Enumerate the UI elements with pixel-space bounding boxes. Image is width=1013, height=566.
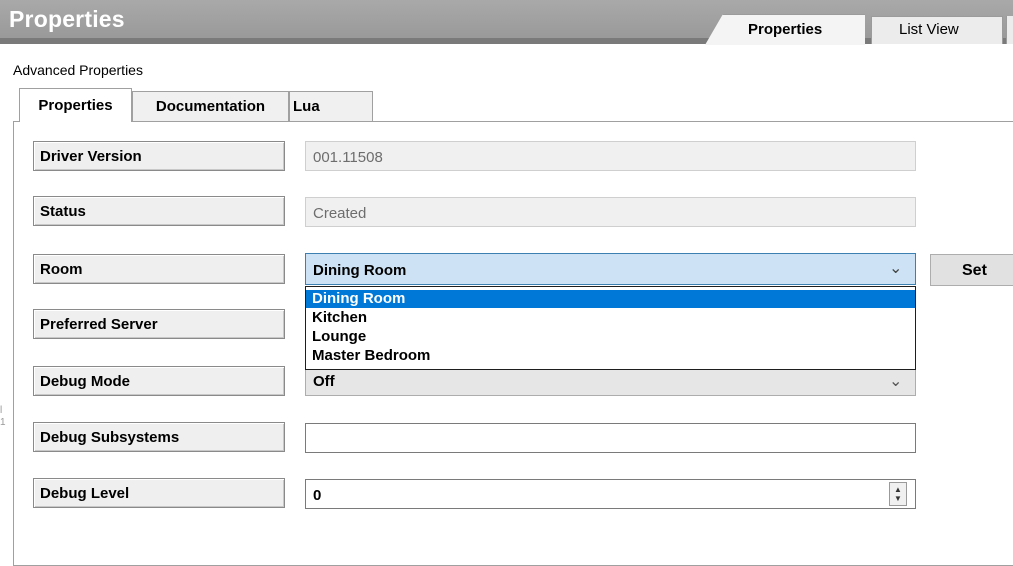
room-select[interactable]: Dining Room	[305, 253, 916, 285]
tab-properties-inner[interactable]: Properties	[19, 88, 132, 122]
room-option-kitchen[interactable]: Kitchen	[306, 309, 915, 327]
spin-up-icon[interactable]: ▲	[894, 486, 902, 494]
debug-level-label: Debug Level	[33, 478, 285, 508]
preferred-server-label: Preferred Server	[33, 309, 285, 339]
tab-documentation[interactable]: Documentation	[132, 91, 289, 121]
debug-subsystems-input[interactable]	[305, 423, 916, 453]
section-title: Advanced Properties	[13, 62, 143, 78]
tab-lua[interactable]: Lua	[289, 91, 373, 121]
chevron-down-icon[interactable]: ⌄	[889, 258, 902, 278]
status-label: Status	[33, 196, 285, 226]
tab-overflow[interactable]	[1006, 16, 1013, 44]
side-marks: l 1	[0, 396, 6, 438]
page-title: Properties	[9, 6, 125, 32]
tab-properties-label[interactable]: Properties	[748, 21, 822, 38]
chevron-down-icon[interactable]: ⌄	[889, 371, 902, 391]
room-label: Room	[33, 254, 285, 284]
driver-version-label: Driver Version	[33, 141, 285, 171]
debug-subsystems-label: Debug Subsystems	[33, 422, 285, 452]
spin-down-icon[interactable]: ▼	[894, 495, 902, 503]
tab-list-view-label[interactable]: List View	[899, 21, 959, 38]
room-option-master-bedroom[interactable]: Master Bedroom	[306, 347, 915, 365]
driver-version-field: 001.11508	[305, 141, 916, 171]
spin-arrows-icon[interactable]: ▲ ▼	[889, 482, 907, 506]
debug-level-input[interactable]: 0	[305, 479, 916, 509]
set-button[interactable]: Set	[930, 254, 1013, 286]
room-option-dining-room[interactable]: Dining Room	[306, 290, 915, 308]
side-mark: 1	[0, 417, 6, 428]
room-dropdown-list: Dining Room Kitchen Lounge Master Bedroo…	[305, 286, 916, 370]
status-field: Created	[305, 197, 916, 227]
debug-mode-label: Debug Mode	[33, 366, 285, 396]
room-option-lounge[interactable]: Lounge	[306, 328, 915, 346]
